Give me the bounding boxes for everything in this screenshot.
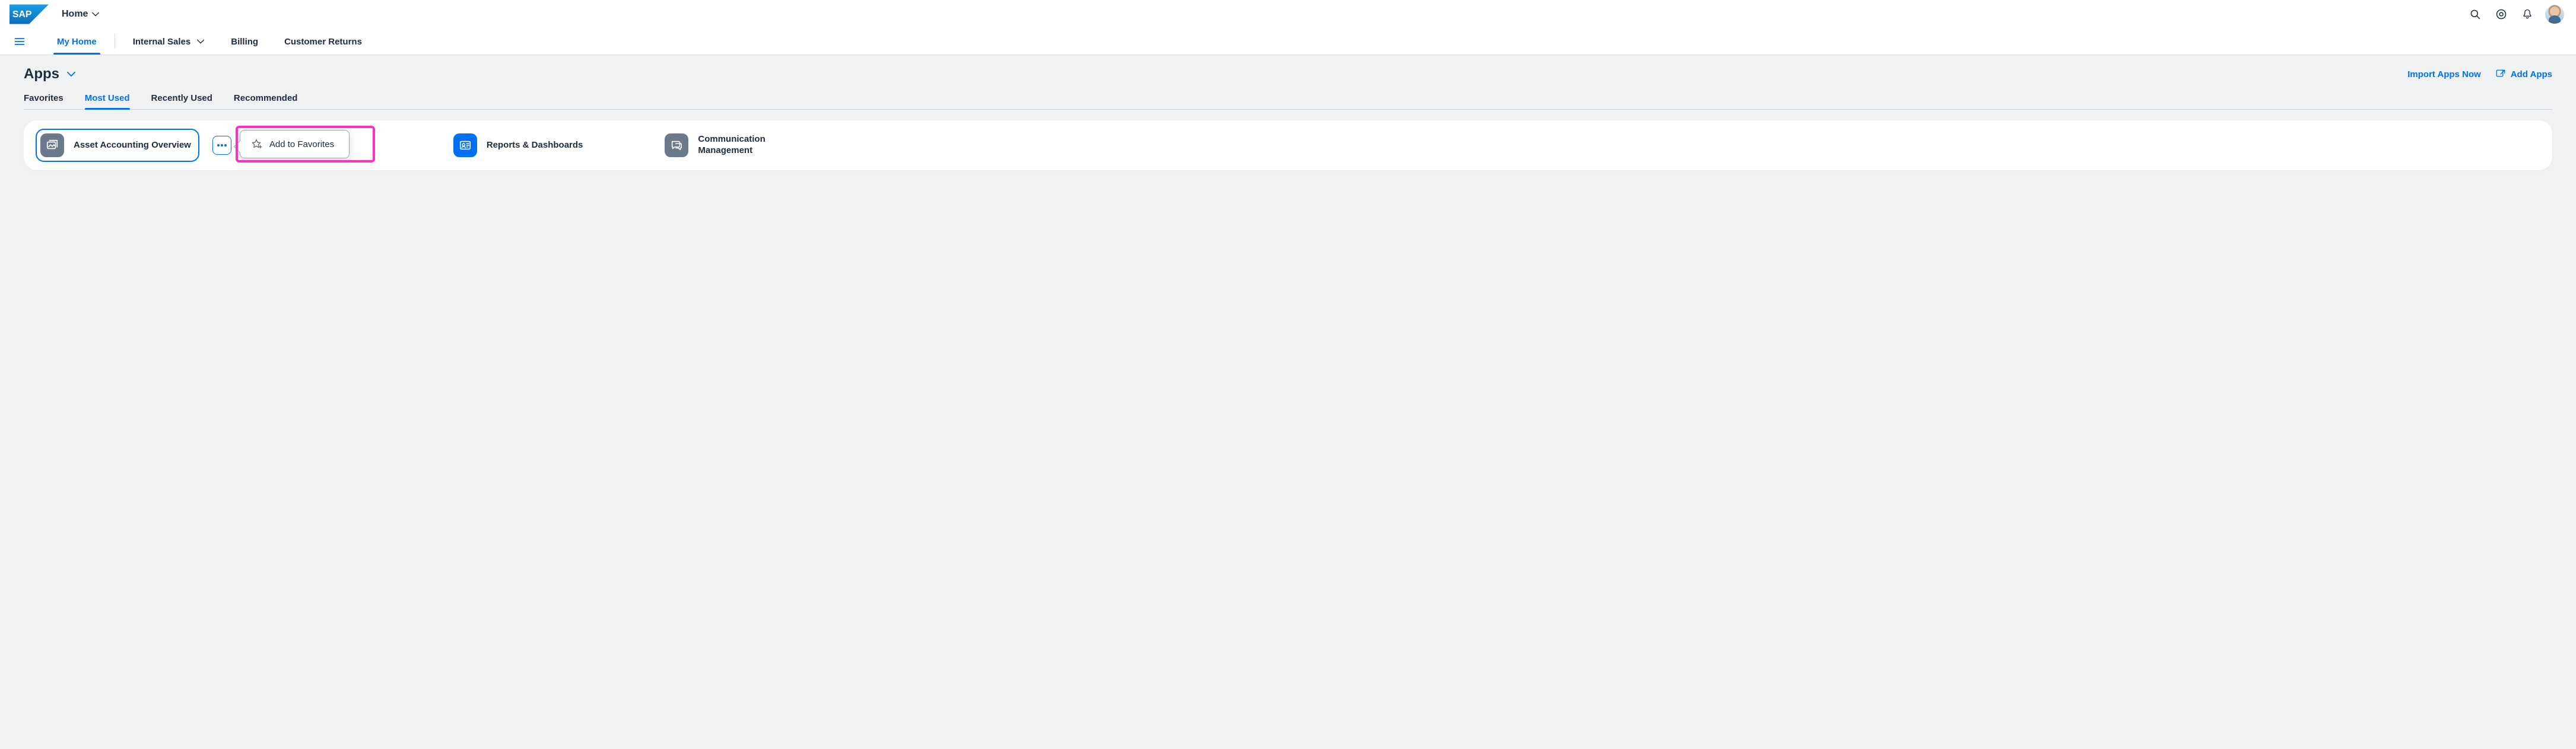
app-icon <box>453 133 477 157</box>
chevron-down-icon <box>66 69 76 79</box>
add-apps-link[interactable]: Add Apps <box>2495 69 2552 79</box>
import-apps-link[interactable]: Import Apps Now <box>2407 69 2481 79</box>
chevron-down-icon <box>91 10 100 18</box>
copilot-button[interactable] <box>2491 4 2512 25</box>
shell-title-button[interactable]: Home <box>62 9 100 20</box>
search-button[interactable] <box>2464 4 2486 25</box>
sap-logo[interactable]: SAP <box>9 4 49 24</box>
tab-favorites[interactable]: Favorites <box>24 93 63 109</box>
app-tile-label: Communication Management <box>698 134 799 157</box>
import-apps-label: Import Apps Now <box>2407 69 2481 79</box>
page-header: Apps Import Apps Now Add Apps <box>24 66 2552 82</box>
picture-stack-icon <box>46 139 59 152</box>
id-card-icon <box>459 139 472 152</box>
shell-title-text: Home <box>62 9 88 20</box>
nav-item-customer-returns[interactable]: Customer Returns <box>271 28 375 55</box>
app-tile-asset-accounting[interactable]: Asset Accounting Overview <box>36 129 199 162</box>
add-external-icon <box>2495 69 2506 79</box>
more-actions-button[interactable] <box>212 136 231 155</box>
nav-item-billing[interactable]: Billing <box>218 28 271 55</box>
app-icon <box>665 133 688 157</box>
app-tile-communication-management[interactable]: Communication Management <box>660 129 807 162</box>
app-tile-reports-dashboards[interactable]: Reports & Dashboards <box>449 129 592 162</box>
copilot-icon <box>2495 8 2507 20</box>
page-title-text: Apps <box>24 66 59 82</box>
nav-item-label: Internal Sales <box>133 37 191 47</box>
chevron-down-icon <box>196 37 205 46</box>
page-content: Apps Import Apps Now Add Apps Favorites … <box>0 55 2576 181</box>
app-icon <box>40 133 64 157</box>
add-apps-label: Add Apps <box>2511 69 2552 79</box>
bell-icon <box>2521 8 2533 20</box>
nav-item-label: Customer Returns <box>284 37 362 47</box>
main-nav: My Home Internal Sales Billing Customer … <box>0 28 2576 55</box>
user-avatar[interactable] <box>2545 5 2564 24</box>
tabs: Favorites Most Used Recently Used Recomm… <box>24 93 2552 110</box>
app-tile-label: Asset Accounting Overview <box>74 140 191 151</box>
menu-button[interactable] <box>8 28 31 55</box>
search-icon <box>2469 8 2481 20</box>
svg-text:SAP: SAP <box>12 9 31 20</box>
chat-icon <box>670 139 683 152</box>
nav-item-label: My Home <box>57 37 97 47</box>
menu-item-label: Add to Favorites <box>269 139 334 149</box>
star-add-icon <box>250 138 262 150</box>
tab-recommended[interactable]: Recommended <box>234 93 298 109</box>
tab-most-used[interactable]: Most Used <box>85 93 130 109</box>
app-tile-label: Reports & Dashboards <box>487 140 583 151</box>
shell-bar: SAP Home <box>0 0 2576 28</box>
nav-item-label: Billing <box>231 37 258 47</box>
apps-card: Asset Accounting Overview Add to Favorit… <box>24 120 2552 170</box>
menu-icon <box>14 36 26 47</box>
context-menu: Add to Favorites <box>240 130 350 158</box>
nav-item-my-home[interactable]: My Home <box>44 28 110 55</box>
menu-item-add-favorite[interactable]: Add to Favorites <box>242 132 347 156</box>
more-actions-wrap: Add to Favorites <box>216 136 231 155</box>
page-title-button[interactable]: Apps <box>24 66 76 82</box>
tab-recently-used[interactable]: Recently Used <box>151 93 212 109</box>
notifications-button[interactable] <box>2517 4 2538 25</box>
overflow-icon <box>217 144 227 147</box>
nav-item-internal-sales[interactable]: Internal Sales <box>120 28 218 55</box>
